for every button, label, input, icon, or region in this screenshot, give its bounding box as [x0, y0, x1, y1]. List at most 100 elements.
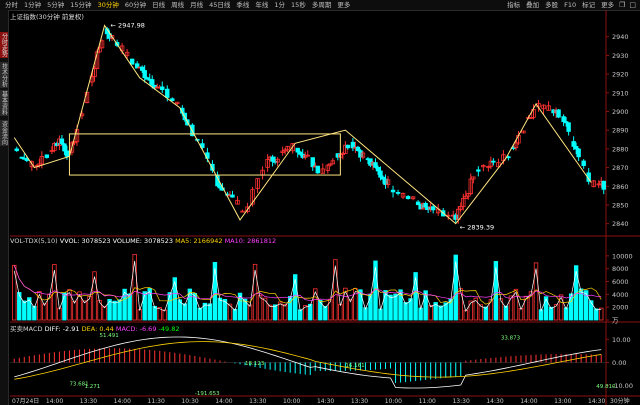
- volume-bar: [438, 305, 443, 321]
- y-tick-label: 2910: [612, 89, 629, 97]
- ma5-line: [13, 265, 602, 305]
- volume-bar: [82, 300, 87, 321]
- candle-body: [230, 194, 235, 198]
- x-axis-label: 14:30: [317, 398, 334, 405]
- volume-bar: [57, 307, 62, 321]
- volume-bar: [503, 305, 509, 321]
- candle-body: [430, 206, 436, 211]
- candle-body: [14, 148, 19, 152]
- macd-annotation-label: 49.810: [596, 384, 616, 390]
- y-tick-label: 2850: [612, 201, 629, 209]
- y-tick-label: 2870: [612, 164, 629, 172]
- candle-body: [160, 86, 165, 91]
- volume-bar: [72, 300, 77, 321]
- volume-bar: [92, 271, 97, 321]
- y-tick-label: 2930: [612, 52, 629, 60]
- volume-bar: [468, 300, 473, 321]
- x-axis-label: 13:30: [452, 398, 469, 405]
- candle-body: [170, 98, 175, 102]
- vol-y-tick-label: 8000: [612, 265, 629, 273]
- candle-body: [310, 157, 315, 168]
- volume-bar: [212, 261, 218, 321]
- x-axis-label: 14:30: [486, 398, 503, 405]
- x-axis-label: 10:00: [283, 398, 300, 405]
- volume-bar: [287, 296, 293, 321]
- kline-chart-canvas[interactable]: 2940 2930 2920 2910 2900 2890 2880 2870 2860 2850…: [0, 0, 640, 405]
- volume-bar: [418, 307, 423, 321]
- candle-body: [601, 180, 606, 190]
- volume-bar: [142, 291, 147, 321]
- x-axis-label: 10:30: [181, 398, 198, 405]
- x-axis-label: 13:30: [351, 398, 368, 405]
- volume-bar: [523, 295, 529, 321]
- vol-y-tick-label: 2000: [612, 304, 629, 312]
- volume-bar: [257, 294, 263, 321]
- x-axis-label: 14:00: [46, 398, 63, 405]
- candle-body: [476, 169, 481, 172]
- x-axis-label: 11:00: [419, 398, 436, 405]
- x-axis-label: 13:30: [249, 398, 266, 405]
- volume-bar: [62, 292, 67, 321]
- volume-bar: [182, 303, 188, 321]
- candle-body: [270, 156, 275, 162]
- vvol-line: [13, 260, 602, 313]
- volume-bar: [338, 303, 343, 321]
- candle-body: [556, 109, 561, 118]
- low-price-label: ← 2839.39: [460, 223, 494, 231]
- volume-bar: [12, 264, 17, 321]
- x-axis-label: 14:00: [114, 398, 131, 405]
- volume-bar: [232, 308, 238, 321]
- candle-body: [405, 196, 411, 200]
- volume-bar: [298, 309, 303, 321]
- volume-bar: [217, 297, 223, 321]
- macd-annotation-label: 1.271: [84, 384, 100, 390]
- candle-body: [139, 66, 145, 71]
- dea-line: [14, 341, 602, 380]
- candle-body: [165, 88, 170, 98]
- volume-bar: [293, 274, 298, 321]
- volume-bar: [167, 292, 172, 321]
- candle-body: [355, 146, 361, 152]
- y-tick-label: 2900: [612, 108, 629, 116]
- macd-annotation-label: 16.161: [345, 363, 364, 369]
- zigzag-trend-line: [13, 24, 592, 225]
- macd-y-tick-label: 0.00: [612, 359, 626, 367]
- volume-bar: [67, 289, 72, 321]
- volume-bar: [37, 291, 42, 321]
- candle-body: [358, 150, 363, 158]
- candle-body: [373, 162, 378, 168]
- volume-bar: [388, 294, 393, 321]
- volume-bar: [558, 294, 564, 321]
- volume-bar: [117, 299, 122, 321]
- volume-bar: [152, 305, 157, 321]
- volume-bar: [323, 306, 328, 321]
- candle-body: [390, 189, 396, 193]
- vol-y-tick-label: 4000: [612, 291, 629, 299]
- macd-annotation-label: 18.123: [245, 361, 265, 367]
- candle-body: [378, 170, 383, 178]
- volume-bar: [508, 295, 514, 321]
- volume-bar: [272, 304, 278, 321]
- candle-body: [150, 79, 155, 86]
- y-tick-label: 2890: [612, 127, 629, 135]
- volume-bar: [162, 309, 167, 321]
- candle-body: [64, 150, 70, 157]
- volume-bar: [599, 307, 604, 321]
- volume-bar: [378, 308, 383, 321]
- candle-body: [300, 153, 305, 158]
- volume-bar: [137, 309, 142, 321]
- candle-body: [571, 141, 576, 147]
- x-axis-label: 13:00: [554, 398, 571, 405]
- volume-bar: [428, 304, 433, 321]
- volume-bar: [483, 306, 489, 321]
- candle-body: [453, 214, 458, 220]
- volume-bar: [122, 288, 127, 321]
- x-axis-label: 07月24日: [12, 398, 39, 405]
- macd-annotation-label: -191.653: [195, 391, 220, 397]
- volume-bar: [252, 263, 258, 321]
- volume-bar: [393, 293, 398, 321]
- candle-body: [561, 116, 566, 123]
- volume-bar: [453, 254, 458, 321]
- volume-bar: [102, 306, 107, 321]
- volume-bar: [403, 302, 408, 321]
